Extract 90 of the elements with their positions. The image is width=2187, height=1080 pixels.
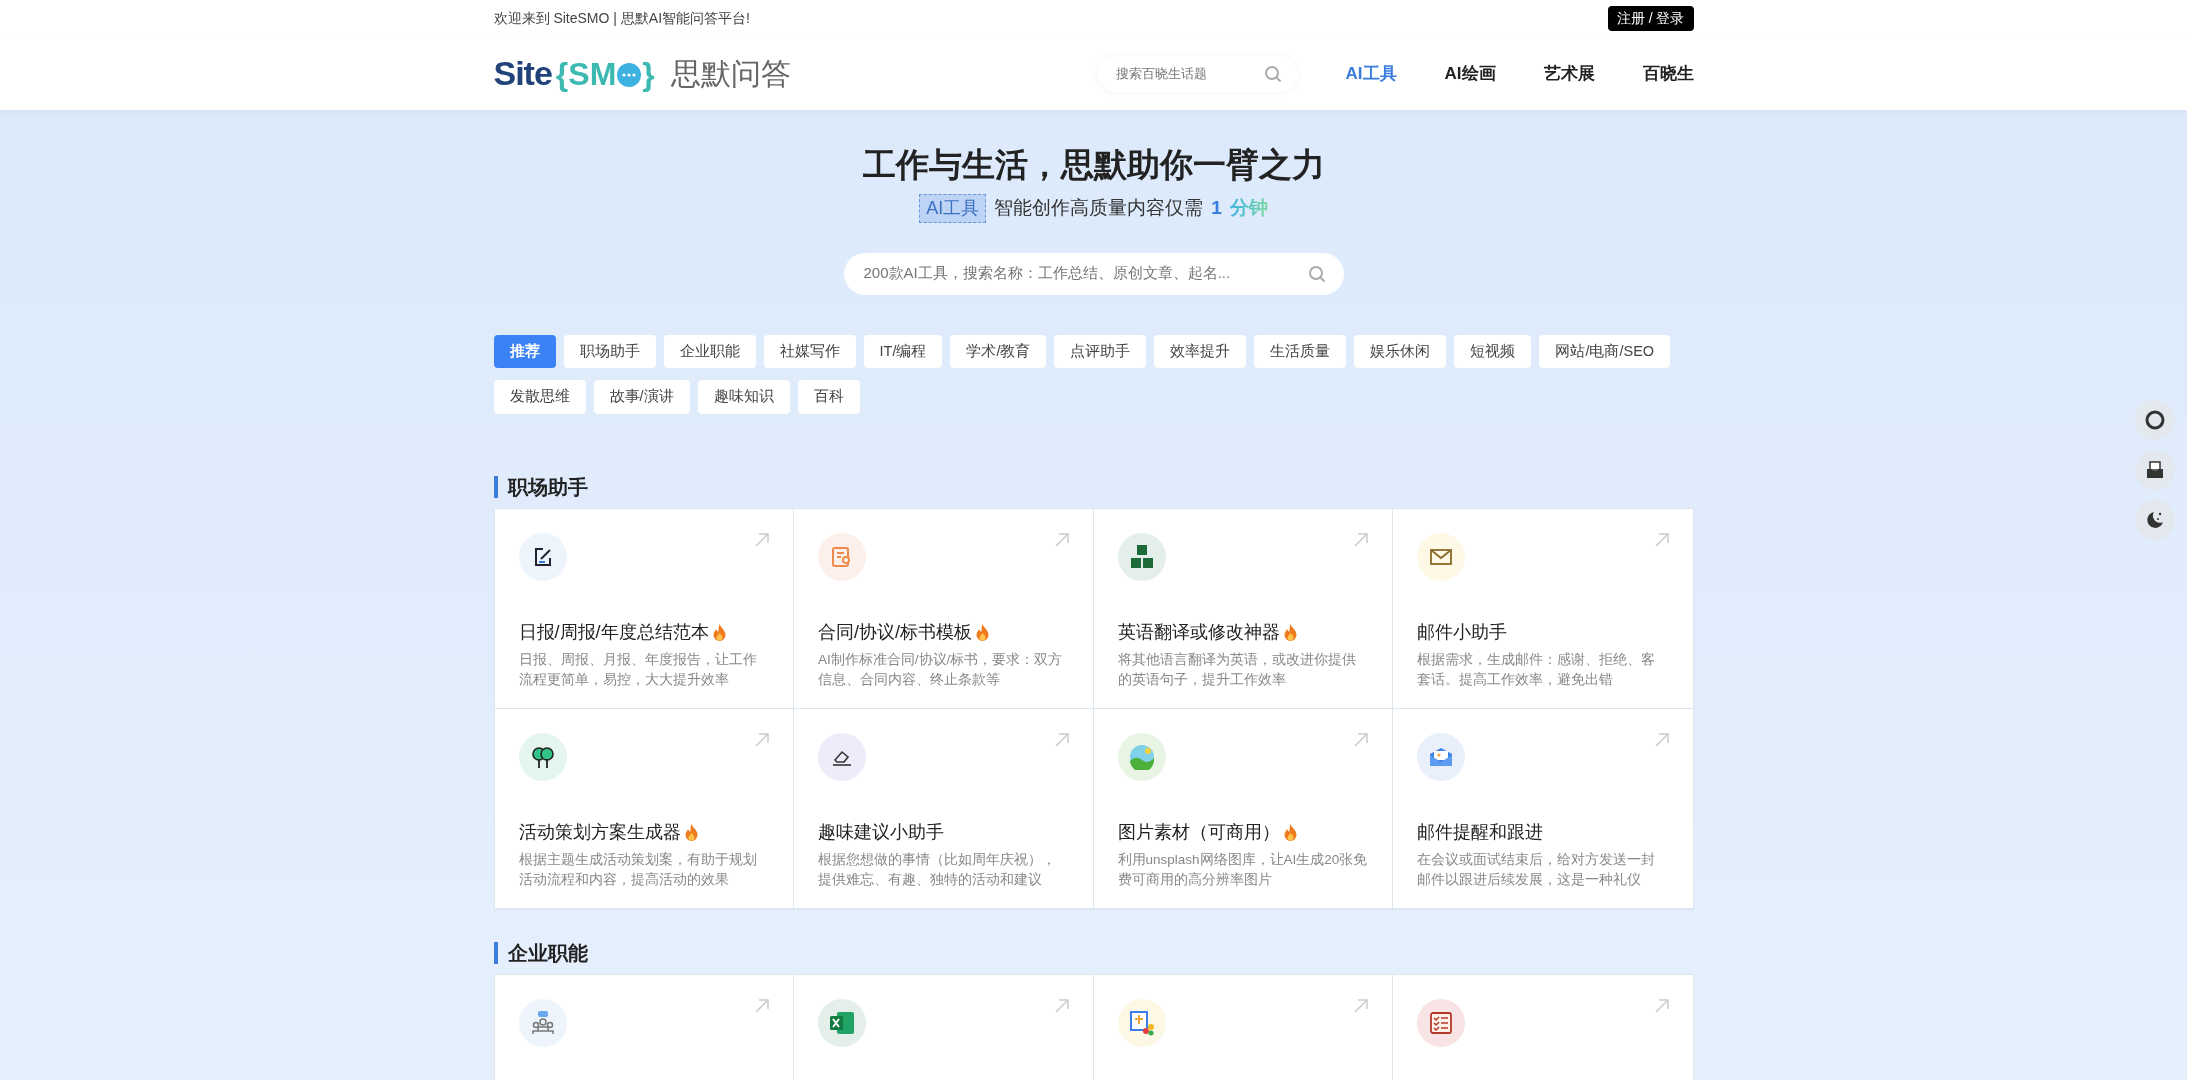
arrow-icon[interactable] xyxy=(755,999,769,1013)
nav-link[interactable]: 艺术展 xyxy=(1543,60,1595,87)
tool-card[interactable]: 英语翻译或修改神器 将其他语言翻译为英语，或改进你提供的英语句子，提升工作效率 xyxy=(1093,509,1393,709)
category-chip[interactable]: 效率提升 xyxy=(1154,334,1247,369)
search-field[interactable]: 搜索百晓生话题 xyxy=(1113,62,1264,85)
arrow-icon[interactable] xyxy=(1354,999,1368,1013)
eraser-icon xyxy=(831,748,853,766)
arrow-icon[interactable] xyxy=(1654,533,1669,547)
team-icon xyxy=(529,1010,556,1036)
login-button[interactable]: 注册 / 登录 xyxy=(1607,6,1694,31)
tool-description: 根据需求，生成邮件：感谢、拒绝、客套话。提高工作效率，避免出错 xyxy=(1417,651,1656,690)
nav-link[interactable]: AI工具 xyxy=(1345,60,1397,87)
category-chip[interactable]: 百科 xyxy=(797,380,860,414)
tool-title: 日报/周报/年度总结范本 xyxy=(518,621,709,644)
category-chip[interactable]: 学术/教育 xyxy=(950,334,1047,369)
tool-description: 根据您想做的事情（比如周年庆祝），提供难忘、有趣、独特的活动和建议 xyxy=(818,851,1057,890)
refresh-icon xyxy=(2145,410,2165,430)
minute-count: 1 xyxy=(1211,195,1222,220)
tool-description: 根据主题生成活动策划案，有助于规划活动流程和内容，提高活动的效果 xyxy=(518,851,758,890)
spreadsheet-icon xyxy=(829,1011,855,1035)
tool-description: 日报、周报、月报、年度报告，让工作流程更简单，易控，大大提升效率 xyxy=(518,651,758,690)
arrow-icon[interactable] xyxy=(1654,733,1669,747)
site-name: 思默问答 xyxy=(670,56,791,92)
tool-card[interactable]: 邮件小助手 根据需求，生成邮件：感谢、拒绝、客套话。提高工作效率，避免出错 xyxy=(1393,509,1693,709)
tool-card[interactable]: 图片素材（可商用） 利用unsplash网络图库，让AI生成20张免费可商用的高分辨率图片 xyxy=(1093,709,1393,909)
checklist-icon xyxy=(1430,1012,1452,1034)
tool-description: 在会议或面试结束后，给对方发送一封邮件以跟进后续发展，这是一种礼仪 xyxy=(1417,851,1656,890)
tool-title: 英语翻译或修改神器 xyxy=(1117,621,1280,644)
moon-icon xyxy=(2145,510,2165,530)
subtitle-text: 智能创作高质量内容仅需 xyxy=(994,195,1204,220)
arrow-icon[interactable] xyxy=(755,533,769,547)
section-title: 职场助手 xyxy=(493,476,1694,498)
envelope-icon xyxy=(1430,549,1452,565)
inbox-button[interactable] xyxy=(2135,450,2175,490)
category-chip[interactable]: 点评助手 xyxy=(1054,334,1147,369)
welcome-text: 欢迎来到 SiteSMO | 思默AI智能问答平台! xyxy=(493,9,750,28)
tool-description: AI制作标准合同/协议/标书，要求：双方信息、合同内容、终止条款等 xyxy=(818,651,1064,690)
section-title: 企业职能 xyxy=(493,942,1694,964)
hero-title: 工作与生活，思默助你一臂之力 xyxy=(861,145,1326,185)
tool-description: 利用unsplash网络图库，让AI生成20张免费可商用的高分辨率图片 xyxy=(1117,851,1368,890)
category-chip[interactable]: 推荐 xyxy=(493,334,556,369)
arrow-icon[interactable] xyxy=(1054,533,1069,547)
tool-card[interactable]: 邮件提醒和跟进 在会议或面试结束后，给对方发送一封邮件以跟进后续发展，这是一种礼仪 xyxy=(1393,709,1693,909)
letter-blocks-icon xyxy=(1128,544,1155,570)
edit-note-icon xyxy=(532,547,553,567)
search-bar[interactable]: 搜索百晓生话题 xyxy=(1097,55,1298,92)
tool-title: 图片素材（可商用） xyxy=(1117,821,1280,844)
category-chip[interactable]: 职场助手 xyxy=(563,334,656,369)
nav-link[interactable]: AI绘画 xyxy=(1444,60,1496,87)
search-icon[interactable] xyxy=(1307,264,1326,283)
inbox-icon xyxy=(2146,461,2164,479)
category-chip[interactable]: 生活质量 xyxy=(1254,334,1347,369)
category-chip[interactable]: 企业职能 xyxy=(663,334,756,369)
dark-mode-button[interactable] xyxy=(2135,500,2175,540)
tool-card[interactable]: 趣味建议小助手 根据您想做的事情（比如周年庆祝），提供难忘、有趣、独特的活动和建议 xyxy=(794,709,1094,909)
arrow-icon[interactable] xyxy=(1354,733,1368,747)
tool-title: 合同/协议/标书模板 xyxy=(818,621,972,644)
landscape-icon xyxy=(1127,744,1156,770)
tool-card[interactable]: 活动策划方案生成器 根据主题生成活动策划案，有助于规划活动流程和内容，提高活动的效果 xyxy=(494,709,794,909)
arrow-icon[interactable] xyxy=(1054,733,1069,747)
category-chip[interactable]: 娱乐休闲 xyxy=(1354,334,1447,369)
arrow-icon[interactable] xyxy=(1354,533,1368,547)
category-chip[interactable]: 社媒写作 xyxy=(763,334,856,369)
tool-card[interactable]: 合同/协议/标书模板 AI制作标准合同/协议/标书，要求：双方信息、合同内容、终止条款等 xyxy=(794,509,1094,709)
tool-title: 趣味建议小助手 xyxy=(818,821,944,844)
arrow-icon[interactable] xyxy=(1654,999,1669,1013)
tool-card[interactable]: 日报/周报/年度总结范本 日报、周报、月报、年度报告，让工作流程更简单，易控，大大提升效率 xyxy=(494,509,794,709)
tool-search-bar[interactable]: 200款AI工具，搜索名称：工作总结、原创文章、起名... xyxy=(843,252,1344,295)
tool-title: 活动策划方案生成器 xyxy=(518,821,681,844)
tool-title: 邮件小助手 xyxy=(1417,621,1507,644)
refresh-button[interactable] xyxy=(2135,400,2175,440)
chart-board-icon xyxy=(1128,1010,1155,1036)
trees-icon xyxy=(530,745,555,769)
arrow-icon[interactable] xyxy=(755,733,769,747)
category-chip[interactable]: 短视频 xyxy=(1454,334,1532,369)
category-chip[interactable]: 故事/演讲 xyxy=(593,380,690,414)
search-icon[interactable] xyxy=(1263,64,1282,83)
envelope-icon xyxy=(1429,747,1453,767)
document-person-icon xyxy=(831,546,853,568)
category-tag: AI工具 xyxy=(919,193,987,223)
tool-description: 将其他语言翻译为英语，或改进你提供的英语句子，提升工作效率 xyxy=(1117,651,1357,690)
arrow-icon[interactable] xyxy=(1054,999,1069,1013)
nav-link[interactable]: 百晓生 xyxy=(1642,60,1694,87)
tool-title: 邮件提醒和跟进 xyxy=(1417,821,1543,844)
category-chip[interactable]: 趣味知识 xyxy=(697,380,790,414)
category-chip[interactable]: IT/编程 xyxy=(863,334,943,369)
category-chip[interactable]: 发散思维 xyxy=(493,380,586,414)
category-chip[interactable]: 网站/电商/SEO xyxy=(1539,334,1671,369)
logo-text[interactable]: Site xyxy=(493,48,552,99)
tool-search-field[interactable]: 200款AI工具，搜索名称：工作总结、原创文章、起名... xyxy=(861,261,1308,286)
